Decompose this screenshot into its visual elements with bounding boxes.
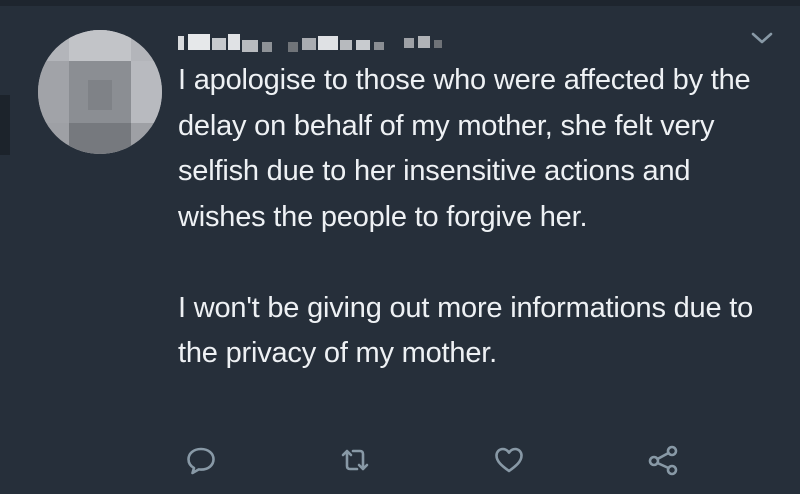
tweet-card: I apologise to those who were affected b… xyxy=(0,0,800,494)
action-bar xyxy=(0,440,800,480)
divider xyxy=(0,0,800,6)
tweet-paragraph: I won't be giving out more informations … xyxy=(178,291,754,370)
retweet-button[interactable] xyxy=(335,440,375,480)
retweet-icon xyxy=(337,442,373,478)
heart-icon xyxy=(491,442,527,478)
share-icon xyxy=(645,442,681,478)
reply-icon xyxy=(183,442,219,478)
tweet-text: I apologise to those who were affected b… xyxy=(178,58,778,377)
avatar[interactable] xyxy=(38,30,162,154)
share-button[interactable] xyxy=(643,440,683,480)
username-pixelated[interactable] xyxy=(178,30,558,54)
left-edge xyxy=(0,95,10,155)
chevron-down-icon[interactable] xyxy=(748,28,776,48)
tweet-paragraph: I apologise to those who were affected b… xyxy=(178,64,751,233)
like-button[interactable] xyxy=(489,440,529,480)
reply-button[interactable] xyxy=(181,440,221,480)
